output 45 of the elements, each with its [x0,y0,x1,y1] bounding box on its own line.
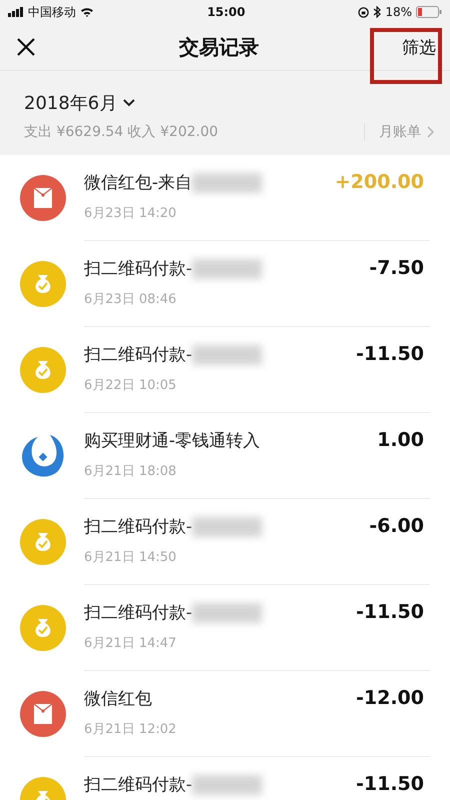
transaction-title: 微信红包 [84,688,152,710]
transaction-time: 6月23日 08:46 [84,291,178,308]
money-bag-icon [20,605,66,651]
transaction-title: 微信红包-来自 [84,172,192,194]
signal-icon [8,7,24,17]
battery-percent: 18% [385,5,412,19]
close-button[interactable] [16,37,36,57]
transaction-title: 扫二维码付款- [84,516,192,538]
transaction-time: 6月21日 18:08 [84,463,178,480]
transaction-amount: -12.00 [356,687,424,709]
chevron-down-icon [123,99,136,107]
battery-icon [416,6,442,18]
transaction-time: 6月21日 14:50 [84,549,178,566]
transaction-title: 购买理财通-零钱通转入 [84,430,260,452]
money-bag-icon [20,519,66,565]
transaction-amount: 1.00 [377,429,424,451]
transaction-amount: -11.50 [356,601,424,623]
transaction-amount: -11.50 [356,773,424,795]
money-bag-icon [20,261,66,307]
carrier-name: 中国移动 [28,4,76,20]
envelope-icon [20,691,66,737]
transaction-title: 扫二维码付款- [84,602,192,624]
envelope-icon [20,175,66,221]
transaction-amount: -7.50 [369,257,424,279]
chevron-right-icon [427,126,434,138]
transaction-time: 6月21日 14:47 [84,635,178,652]
transaction-amount: +200.00 [334,171,424,193]
page-title: 交易记录 [179,34,259,60]
transaction-title: 扫二维码付款- [84,258,192,280]
wifi-icon [80,7,94,17]
transaction-time: 6月21日 12:02 [84,721,176,738]
money-bag-icon [20,347,66,393]
clock-time: 15:00 [207,5,246,19]
transaction-amount: -6.00 [369,515,424,537]
transaction-title: 扫二维码付款- [84,344,192,366]
month-selector[interactable]: 2018年6月 [24,91,218,115]
transaction-amount: -11.50 [356,343,424,365]
transaction-time: 6月22日 10:05 [84,377,178,394]
transaction-time: 6月23日 14:20 [84,205,178,222]
transaction-title: 扫二维码付款- [84,774,192,796]
monthly-totals: 支出 ¥6629.54 收入 ¥202.00 [24,123,218,141]
filter-button[interactable]: 筛选 [402,36,436,58]
rotation-lock-icon [358,6,370,18]
bluetooth-icon [373,6,382,18]
wealth-logo-icon [20,433,66,479]
